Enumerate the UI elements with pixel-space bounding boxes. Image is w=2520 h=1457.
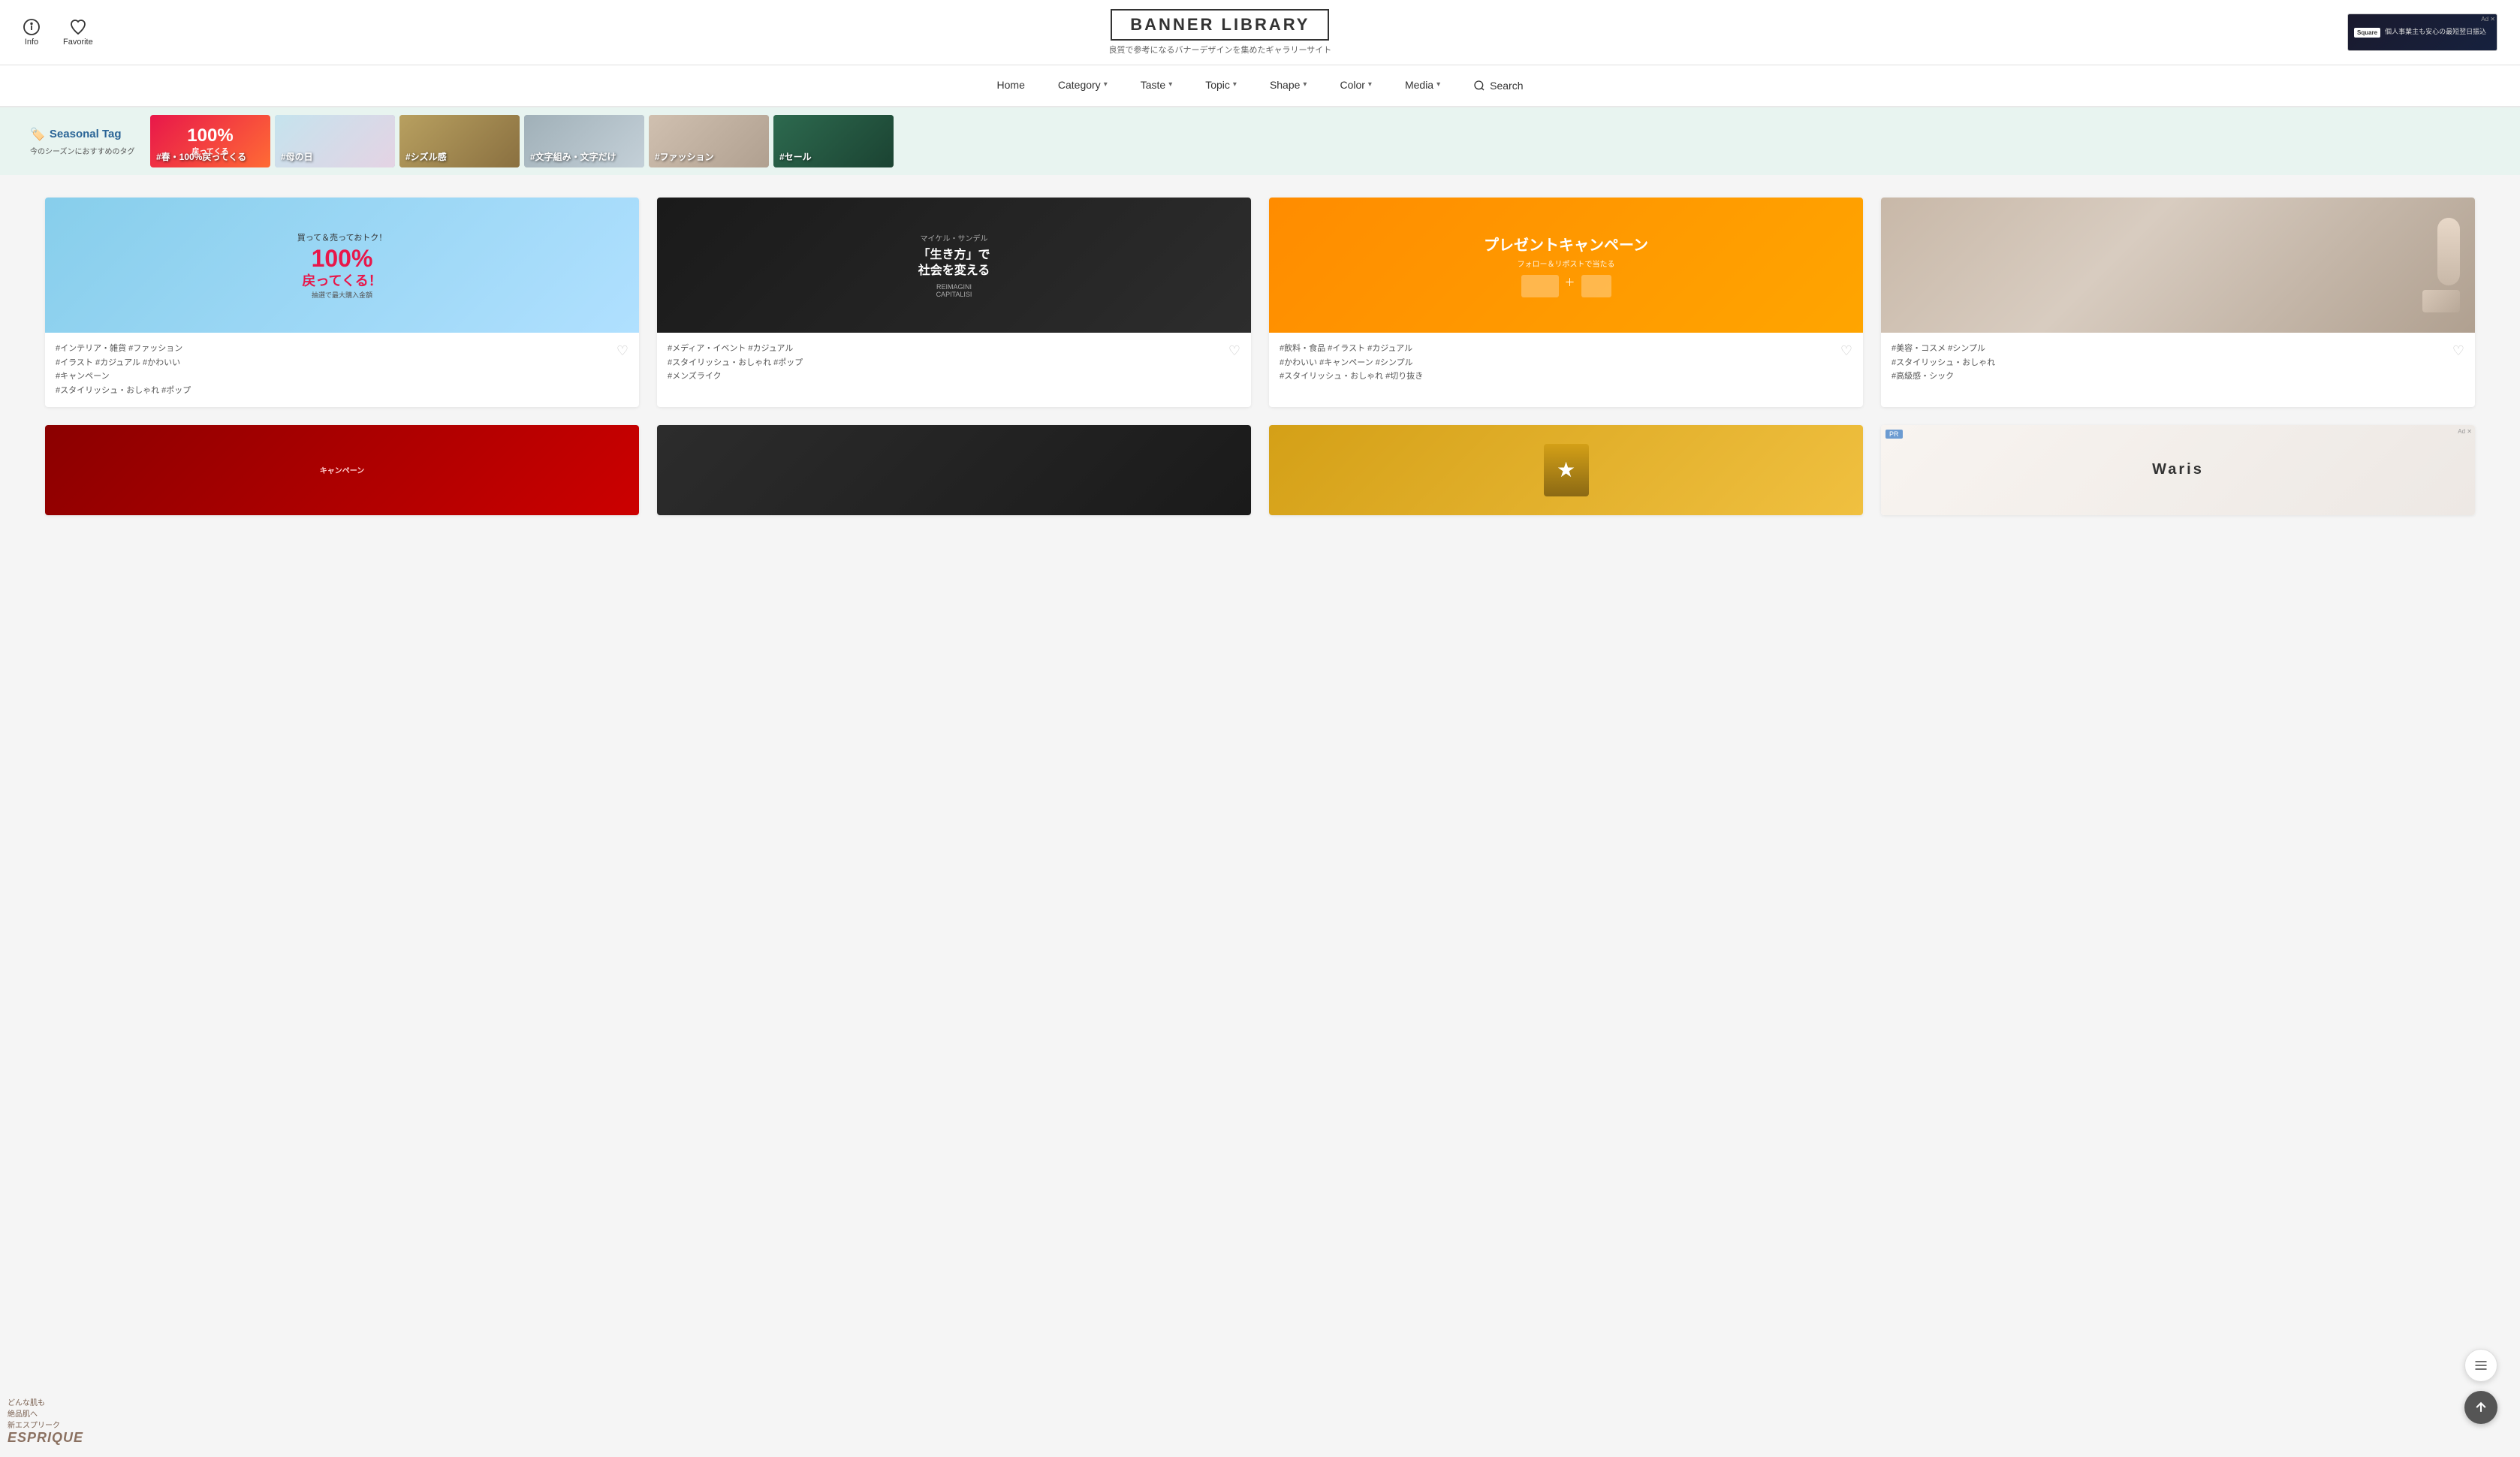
favorite-button[interactable]: Favorite (63, 18, 93, 47)
menu-icon (2473, 1358, 2488, 1373)
card-8-image: Waris (1881, 425, 2475, 515)
logo-area: BANNER LIBRARY 良質で参考になるバナーデザインを集めたギャラリーサ… (1108, 9, 1331, 56)
card-grid-row1: 買って＆売っておトク！ 100% 戻ってくる！ 抽選で最大購入金額 #インテリア… (45, 198, 2475, 407)
card-2-tags: #メディア・イベント #カジュアル #スタイリッシュ・おしゃれ #ポップ #メン… (668, 342, 1222, 384)
seasonal-tag-4[interactable]: #文字組み・文字だけ (524, 115, 644, 167)
nav-topic[interactable]: Topic ▾ (1189, 65, 1253, 106)
card-4-tags: #美容・コスメ #シンプル #スタイリッシュ・おしゃれ #高級感・シック (1892, 342, 2446, 384)
card-8[interactable]: PR Waris Ad ✕ (1881, 425, 2475, 515)
search-icon (1473, 80, 1485, 92)
seasonal-subtitle: 今のシーズンにおすすめのタグ (30, 145, 135, 156)
card-3-tags: #飲料・食品 #イラスト #カジュアル #かわいい #キャンペーン #シンプル … (1280, 342, 1834, 384)
card-4-footer: #美容・コスメ #シンプル #スタイリッシュ・おしゃれ #高級感・シック ♡ (1881, 333, 2475, 393)
header-right: Square 個人事業主も安心の最短翌日振込 Ad ✕ (2347, 14, 2497, 51)
main-content: 買って＆売っておトク！ 100% 戻ってくる！ 抽選で最大購入金額 #インテリア… (0, 175, 2520, 556)
header-left: Info Favorite (23, 18, 93, 47)
pr-badge: PR (1885, 430, 1903, 439)
card-3-image: プレゼントキャンペーン フォロー＆リポストで当たる ＋ (1269, 198, 1863, 333)
seasonal-tag-5[interactable]: #ファッション (649, 115, 769, 167)
card-1-image: 買って＆売っておトク！ 100% 戻ってくる！ 抽選で最大購入金額 (45, 198, 639, 333)
card-3-favorite[interactable]: ♡ (1840, 343, 1852, 359)
header: Info Favorite BANNER LIBRARY 良質で参考になるバナー… (0, 0, 2520, 65)
card-7[interactable]: ★ (1269, 425, 1863, 515)
card-2-image: マイケル・サンデル 「生き方」で社会を変える REIMAGINICAPITALI… (657, 198, 1251, 333)
chevron-down-icon: ▾ (1168, 80, 1172, 89)
card-4[interactable]: どんな肌も絶品肌へ新エスプリーク ESPRIQUE #美容・コスメ #シンプル … (1881, 198, 2475, 407)
chevron-down-icon: ▾ (1233, 80, 1237, 89)
scroll-to-top-button[interactable] (2464, 1391, 2497, 1424)
chevron-down-icon: ▾ (1368, 80, 1372, 89)
card-5[interactable]: キャンペーン (45, 425, 639, 515)
seasonal-tag-6[interactable]: #セール (773, 115, 894, 167)
arrow-up-icon (2473, 1400, 2488, 1415)
card-5-image: キャンペーン (45, 425, 639, 515)
nav-color[interactable]: Color ▾ (1323, 65, 1388, 106)
info-label: Info (25, 38, 38, 47)
card-6[interactable] (657, 425, 1251, 515)
card-3[interactable]: プレゼントキャンペーン フォロー＆リポストで当たる ＋ #飲料・食品 #イラスト… (1269, 198, 1863, 407)
ad-badge: Ad ✕ (2481, 16, 2495, 23)
card-1-favorite[interactable]: ♡ (616, 343, 628, 359)
ad-text: 個人事業主も安心の最短翌日振込 (2385, 28, 2486, 37)
card-6-image (657, 425, 1251, 515)
card-3-footer: #飲料・食品 #イラスト #カジュアル #かわいい #キャンペーン #シンプル … (1269, 333, 1863, 393)
nav-search[interactable]: Search (1457, 80, 1539, 92)
seasonal-strip: 🏷️ Seasonal Tag 今のシーズンにおすすめのタグ 100% 戻ってく… (0, 107, 2520, 175)
chevron-down-icon: ▾ (1436, 80, 1440, 89)
card-2-footer: #メディア・イベント #カジュアル #スタイリッシュ・おしゃれ #ポップ #メン… (657, 333, 1251, 393)
seasonal-title: 🏷️ Seasonal Tag (30, 127, 135, 142)
card-1-tags: #インテリア・雑貨 #ファッション #イラスト #カジュアル #かわいい #キャ… (56, 342, 610, 398)
card-7-image: ★ (1269, 425, 1863, 515)
nav-media[interactable]: Media ▾ (1388, 65, 1457, 106)
card-grid-row2: キャンペーン ★ PR Waris (45, 425, 2475, 515)
card-2-favorite[interactable]: ♡ (1228, 343, 1240, 359)
header-ad-banner[interactable]: Square 個人事業主も安心の最短翌日振込 Ad ✕ (2347, 14, 2497, 51)
float-menu-button[interactable] (2464, 1349, 2497, 1382)
nav-home[interactable]: Home (981, 65, 1041, 106)
seasonal-tag-1[interactable]: 100% 戻ってくる #春・100%戻ってくる (150, 115, 270, 167)
nav-category[interactable]: Category ▾ (1041, 65, 1124, 106)
favorite-label: Favorite (63, 38, 93, 47)
card-2[interactable]: マイケル・サンデル 「生き方」で社会を変える REIMAGINICAPITALI… (657, 198, 1251, 407)
nav-taste[interactable]: Taste ▾ (1124, 65, 1189, 106)
card-1-footer: #インテリア・雑貨 #ファッション #イラスト #カジュアル #かわいい #キャ… (45, 333, 639, 407)
main-nav: Home Category ▾ Taste ▾ Topic ▾ Shape ▾ … (0, 65, 2520, 107)
card-4-image: どんな肌も絶品肌へ新エスプリーク ESPRIQUE (1881, 198, 2475, 333)
card-1[interactable]: 買って＆売っておトク！ 100% 戻ってくる！ 抽選で最大購入金額 #インテリア… (45, 198, 639, 407)
chevron-down-icon: ▾ (1104, 80, 1108, 89)
logo-title[interactable]: BANNER LIBRARY (1111, 9, 1329, 41)
seasonal-tag-2[interactable]: #母の日 (275, 115, 395, 167)
seasonal-label: 🏷️ Seasonal Tag 今のシーズンにおすすめのタグ (15, 127, 150, 156)
seasonal-tag-3[interactable]: #シズル感 (399, 115, 520, 167)
card-4-favorite[interactable]: ♡ (2452, 343, 2464, 359)
chevron-down-icon: ▾ (1303, 80, 1307, 89)
ad-label-card8: Ad ✕ (2458, 428, 2472, 435)
info-button[interactable]: Info (23, 18, 41, 47)
nav-shape[interactable]: Shape ▾ (1253, 65, 1324, 106)
seasonal-tags: 100% 戻ってくる #春・100%戻ってくる #母の日 #シズル感 #文字組み… (150, 115, 2505, 167)
logo-subtitle: 良質で参考になるバナーデザインを集めたギャラリーサイト (1108, 44, 1331, 56)
